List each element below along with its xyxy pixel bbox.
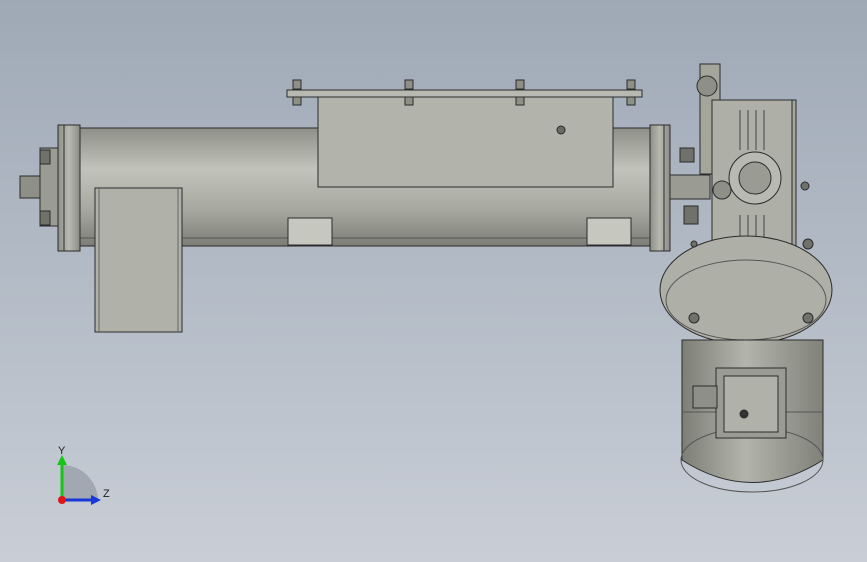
cable-gland [692,385,718,409]
gearbox-bolt-left [712,180,732,200]
coordinate-triad: Y Z [57,445,110,505]
torque-arm-bolt [696,75,718,97]
motor-logo-icon [739,409,749,419]
right-bolt-bottom [683,205,699,225]
gearbox-bolt-right [800,181,810,191]
motor-flange [659,235,833,345]
triad-plane-icon [62,465,98,500]
inspection-window-right [586,217,632,246]
cad-viewport[interactable]: Y Z [0,0,867,562]
screw-conveyor-model[interactable]: Y Z [0,0,867,562]
x-axis-dot-icon [58,496,66,504]
inlet-hopper [317,96,614,188]
left-shaft [19,175,41,199]
z-axis-label: Z [103,488,110,500]
left-bolt-top [39,149,51,165]
left-bolt-bottom [39,210,51,226]
right-bolt-top [679,147,695,163]
gearbox-output-hub [738,161,772,195]
inlet-bolt-icon [556,125,566,135]
right-shaft-coupling [669,174,711,200]
right-flange [649,124,671,252]
outlet-chute [94,187,183,333]
y-axis-label: Y [58,445,66,457]
inspection-window-left [287,217,333,246]
inlet-top-plate [286,89,643,98]
left-flange [57,124,81,252]
